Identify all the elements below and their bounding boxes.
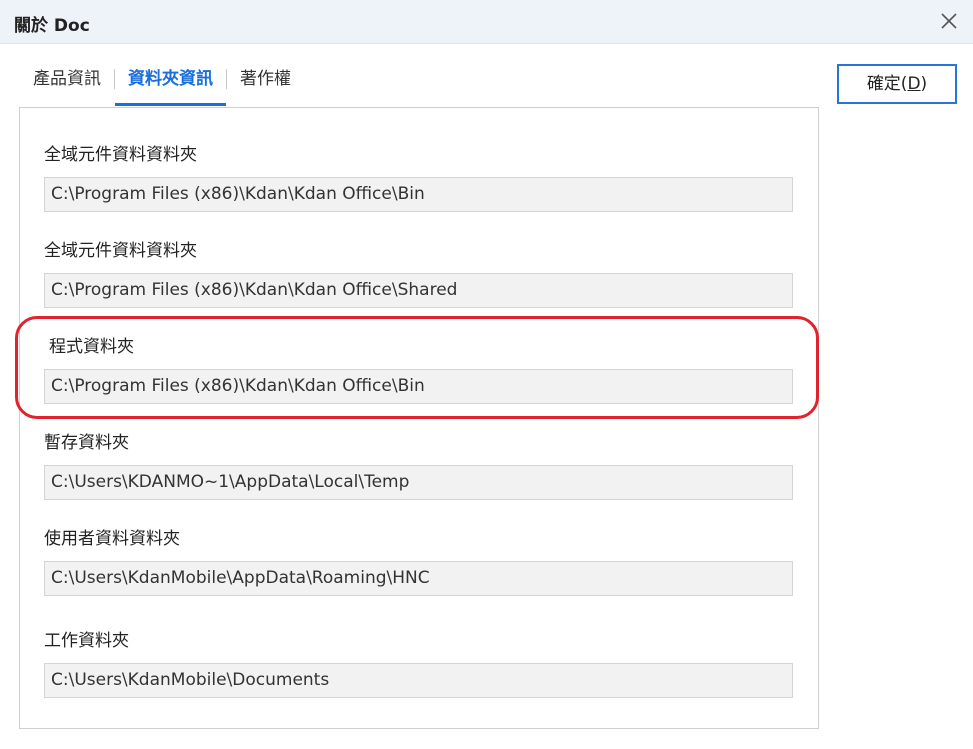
folder-path-field[interactable]: C:\Program Files (x86)\Kdan\Kdan Office\… [44,369,793,404]
tab-bar: 產品資訊 資料夾資訊 著作權 [20,60,304,108]
folder-label-global-components-1: 全域元件資料資料夾 [44,145,197,165]
about-dialog: 關於 Doc 產品資訊 資料夾資訊 著作權 確定(D) 全域元件資料資料夾 C:… [0,0,973,749]
tab-folder-info[interactable]: 資料夾資訊 [115,60,226,106]
folder-label-work: 工作資料夾 [44,631,129,651]
folder-path-field[interactable]: C:\Program Files (x86)\Kdan\Kdan Office\… [44,177,793,212]
dialog-title: 關於 Doc [14,16,90,36]
close-button[interactable] [939,11,959,31]
title-bar: 關於 Doc [0,0,973,44]
folder-path-field[interactable]: C:\Users\KdanMobile\Documents [44,663,793,698]
folder-path-field[interactable]: C:\Users\KdanMobile\AppData\Roaming\HNC [44,561,793,596]
ok-button[interactable]: 確定(D) [837,64,957,104]
folder-label-temp: 暫存資料夾 [44,433,129,453]
folder-label-global-components-2: 全域元件資料資料夾 [44,241,197,261]
folder-path-field[interactable]: C:\Program Files (x86)\Kdan\Kdan Office\… [44,273,793,308]
tab-copyright[interactable]: 著作權 [227,60,304,106]
close-icon [941,13,957,29]
tab-product-info[interactable]: 產品資訊 [20,60,114,106]
ok-button-mnemonic: D [907,74,921,94]
folder-path-field[interactable]: C:\Users\KDANMO~1\AppData\Local\Temp [44,465,793,500]
ok-button-suffix: ) [920,74,928,94]
ok-button-label: 確定( [866,74,908,94]
folder-label-program: 程式資料夾 [49,337,134,357]
folder-label-user-data: 使用者資料資料夾 [44,529,180,549]
